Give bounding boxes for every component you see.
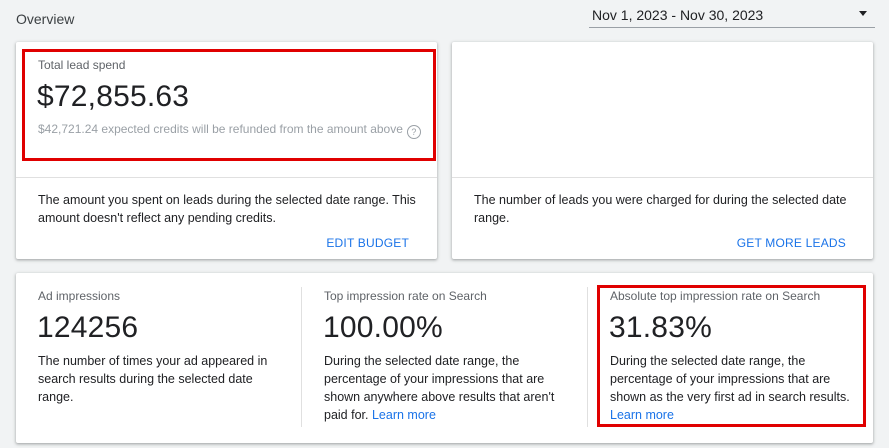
top-impression-rate-description: During the selected date range, the perc… [324,352,569,424]
ad-impressions-description: The number of times your ad appeared in … [38,354,268,404]
ad-impressions-label: Ad impressions [38,289,121,303]
lead-spend-value: $72,855.63 [37,80,190,113]
absolute-top-impression-rate-text: During the selected date range, the perc… [610,354,850,404]
credits-note: $42,721.24 expected credits will be refu… [38,122,421,139]
date-range-label: Nov 1, 2023 - Nov 30, 2023 [592,7,764,23]
overview-title: Overview [16,11,75,27]
absolute-top-impression-rate-value: 31.83% [609,311,712,344]
lead-spend-description: The amount you spent on leads during the… [38,193,416,225]
ad-impressions-value: 124256 [37,311,139,344]
get-more-leads-button[interactable]: GET MORE LEADS [737,236,846,250]
impressions-card: Ad impressions 124256 The number of time… [16,273,873,443]
lead-spend-card: Total lead spend $72,855.63 $42,721.24 e… [16,42,437,259]
lead-spend-label: Total lead spend [38,58,126,72]
absolute-top-impression-rate-description: During the selected date range, the perc… [610,352,858,424]
charged-leads-description: The number of leads you were charged for… [474,193,847,225]
top-impression-rate-text: During the selected date range, the perc… [324,354,555,422]
card-divider [452,177,873,178]
credits-note-text: $42,721.24 expected credits will be refu… [38,122,403,136]
learn-more-link[interactable]: Learn more [610,408,674,422]
learn-more-link[interactable]: Learn more [372,408,436,422]
help-icon[interactable]: ? [406,125,421,139]
charged-leads-card: The number of leads you were charged for… [452,42,873,259]
column-divider [587,287,588,427]
top-impression-rate-label: Top impression rate on Search [324,289,487,303]
column-divider [301,287,302,427]
edit-budget-button[interactable]: EDIT BUDGET [326,236,409,250]
top-impression-rate-value: 100.00% [323,311,443,344]
dropdown-caret-icon [859,11,867,16]
card-divider [16,177,437,178]
absolute-top-impression-rate-label: Absolute top impression rate on Search [610,289,821,303]
date-range-select[interactable]: Nov 1, 2023 - Nov 30, 2023 [589,0,875,28]
